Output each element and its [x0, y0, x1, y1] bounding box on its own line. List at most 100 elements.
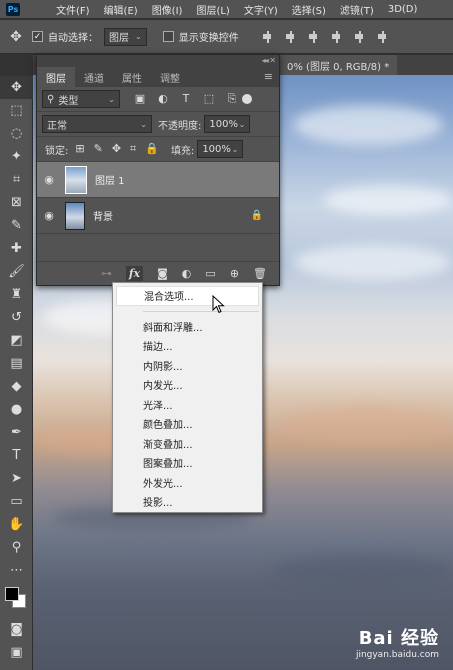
rectangle-tool-icon[interactable]: ▭: [0, 490, 33, 513]
screen-mode-icon[interactable]: ▣: [0, 641, 33, 664]
layers-panel: ◂◂ ✕ 图层 通道 属性 调整 ≡ ⚲ 类型 ⌄ ▣ ◐ T ⬚ ⎘ 正常 ⌄…: [36, 54, 280, 286]
gradient-tool-icon[interactable]: ▤: [0, 352, 33, 375]
shape-filter-icon[interactable]: ⬚: [203, 92, 215, 106]
lock-position-icon[interactable]: ✥: [112, 142, 121, 156]
layer-row[interactable]: ◉ 图层 1: [37, 162, 279, 198]
lock-artboard-icon[interactable]: ⌗: [130, 142, 136, 156]
menu-item-satin[interactable]: 光泽...: [113, 395, 262, 415]
layer-filter-value: 类型: [58, 95, 79, 107]
history-brush-tool-icon[interactable]: ↺: [0, 306, 33, 329]
tools-panel: ✥ ⬚ ◌ ✦ ⌗ ⊠ ✎ ✚ 🖌 ♜ ↺ ◩ ▤ ◆ ● ✒ T ➤ ▭ ✋ …: [0, 76, 33, 670]
adjustment-layer-icon[interactable]: ◐: [182, 267, 192, 280]
document-tab[interactable]: 0% (图层 0, RGB/8) *: [279, 55, 398, 75]
align-right-icon[interactable]: [377, 30, 388, 43]
delete-layer-icon[interactable]: 🗑: [253, 267, 267, 280]
lock-icon: 🔒: [250, 210, 263, 221]
type-tool-icon[interactable]: T: [0, 444, 33, 467]
filter-toggle-icon[interactable]: [242, 94, 252, 104]
add-layer-style-button[interactable]: fx: [125, 266, 144, 281]
hand-tool-icon[interactable]: ✋: [0, 513, 33, 536]
clone-stamp-tool-icon[interactable]: ♜: [0, 283, 33, 306]
foreground-color-swatch[interactable]: [5, 587, 19, 601]
cloud: [273, 555, 453, 585]
auto-select-dropdown[interactable]: 图层 ⌄: [104, 27, 147, 46]
menu-item-inner-shadow[interactable]: 内阴影...: [113, 356, 262, 376]
pixel-filter-icon[interactable]: ▣: [134, 92, 146, 106]
marquee-tool-icon[interactable]: ⬚: [0, 99, 33, 122]
menu-item-drop-shadow[interactable]: 投影...: [113, 492, 262, 512]
layer-row[interactable]: ◉ 背景 🔒: [37, 198, 279, 234]
auto-select-checkbox[interactable]: ✓: [32, 31, 43, 42]
menu-layer[interactable]: 图层(L): [189, 2, 236, 17]
options-bar: ✥ ✓ 自动选择： 图层 ⌄ 显示变换控件: [0, 20, 453, 54]
path-selection-tool-icon[interactable]: ➤: [0, 467, 33, 490]
photoshop-logo-icon: Ps: [6, 2, 20, 16]
watermark-main: Bai 经验: [358, 628, 439, 649]
add-mask-icon[interactable]: ◙: [157, 267, 168, 280]
magic-wand-tool-icon[interactable]: ✦: [0, 145, 33, 168]
menu-item-inner-glow[interactable]: 内发光...: [113, 375, 262, 395]
lock-row: 锁定: ⊞ ✎ ✥ ⌗ 🔒 填充: 100% ⌄: [37, 137, 279, 162]
opacity-field[interactable]: 100% ⌄: [204, 115, 251, 133]
link-layers-icon[interactable]: ⊶: [101, 267, 112, 280]
panel-grip[interactable]: ◂◂ ✕: [37, 55, 279, 65]
lock-transparent-icon[interactable]: ⊞: [75, 142, 84, 156]
tab-adjustments[interactable]: 调整: [151, 67, 189, 87]
lock-all-icon[interactable]: 🔒: [145, 142, 159, 156]
layer-name[interactable]: 图层 1: [95, 172, 279, 187]
align-vcenter-icon[interactable]: [285, 30, 296, 43]
new-group-icon[interactable]: ▭: [205, 267, 215, 280]
align-top-icon[interactable]: [262, 30, 273, 43]
eraser-tool-icon[interactable]: ◩: [0, 329, 33, 352]
visibility-eye-icon[interactable]: ◉: [37, 173, 61, 186]
more-tools-icon[interactable]: ⋯: [0, 559, 33, 582]
visibility-eye-icon[interactable]: ◉: [37, 209, 61, 222]
align-left-icon[interactable]: [331, 30, 342, 43]
menu-filter[interactable]: 滤镜(T): [333, 2, 381, 17]
align-hcenter-icon[interactable]: [354, 30, 365, 43]
eyedropper-tool-icon[interactable]: ✎: [0, 214, 33, 237]
panel-menu-icon[interactable]: ≡: [264, 70, 273, 83]
menu-edit[interactable]: 编辑(E): [97, 2, 145, 17]
menu-3d[interactable]: 3D(D): [381, 4, 425, 15]
lasso-tool-icon[interactable]: ◌: [0, 122, 33, 145]
fill-field[interactable]: 100% ⌄: [197, 140, 244, 158]
menu-item-color-overlay[interactable]: 颜色叠加...: [113, 414, 262, 434]
move-tool-icon[interactable]: ✥: [0, 76, 33, 99]
menu-item-blending-options[interactable]: 混合选项...: [116, 286, 259, 306]
menu-item-gradient-overlay[interactable]: 渐变叠加...: [113, 434, 262, 454]
menu-type[interactable]: 文字(Y): [237, 2, 285, 17]
adjustment-filter-icon[interactable]: ◐: [157, 92, 169, 106]
brush-tool-icon[interactable]: 🖌: [0, 260, 33, 283]
layer-name[interactable]: 背景: [93, 208, 251, 223]
lock-pixels-icon[interactable]: ✎: [94, 142, 103, 156]
smart-object-filter-icon[interactable]: ⎘: [226, 92, 238, 106]
quick-mask-icon[interactable]: ◙: [0, 618, 33, 641]
blend-mode-dropdown[interactable]: 正常 ⌄: [42, 115, 152, 133]
color-swatches: [0, 582, 32, 618]
new-layer-icon[interactable]: ⊕: [230, 267, 239, 280]
tab-channels[interactable]: 通道: [75, 67, 113, 87]
menu-item-bevel-emboss[interactable]: 斜面和浮雕...: [113, 317, 262, 337]
menu-item-stroke[interactable]: 描边...: [113, 336, 262, 356]
align-bottom-icon[interactable]: [308, 30, 319, 43]
zoom-tool-icon[interactable]: ⚲: [0, 536, 33, 559]
healing-brush-tool-icon[interactable]: ✚: [0, 237, 33, 260]
show-transform-checkbox[interactable]: [162, 31, 174, 42]
menu-item-outer-glow[interactable]: 外发光...: [113, 473, 262, 493]
layer-filter-dropdown[interactable]: ⚲ 类型 ⌄: [42, 90, 120, 108]
menu-item-pattern-overlay[interactable]: 图案叠加...: [113, 453, 262, 473]
tab-properties[interactable]: 属性: [113, 67, 151, 87]
menu-image[interactable]: 图像(I): [145, 2, 190, 17]
tab-layers[interactable]: 图层: [37, 67, 75, 87]
blur-tool-icon[interactable]: ◆: [0, 375, 33, 398]
pen-tool-icon[interactable]: ✒: [0, 421, 33, 444]
type-filter-icon[interactable]: T: [180, 92, 192, 106]
dodge-tool-icon[interactable]: ●: [0, 398, 33, 421]
collapse-panel-icon[interactable]: ◂◂ ✕: [262, 56, 276, 65]
move-tool-preset-icon[interactable]: ✥: [0, 29, 32, 45]
menu-file[interactable]: 文件(F): [30, 2, 97, 17]
crop-tool-icon[interactable]: ⌗: [0, 168, 33, 191]
menu-select[interactable]: 选择(S): [285, 2, 333, 17]
frame-tool-icon[interactable]: ⊠: [0, 191, 33, 214]
